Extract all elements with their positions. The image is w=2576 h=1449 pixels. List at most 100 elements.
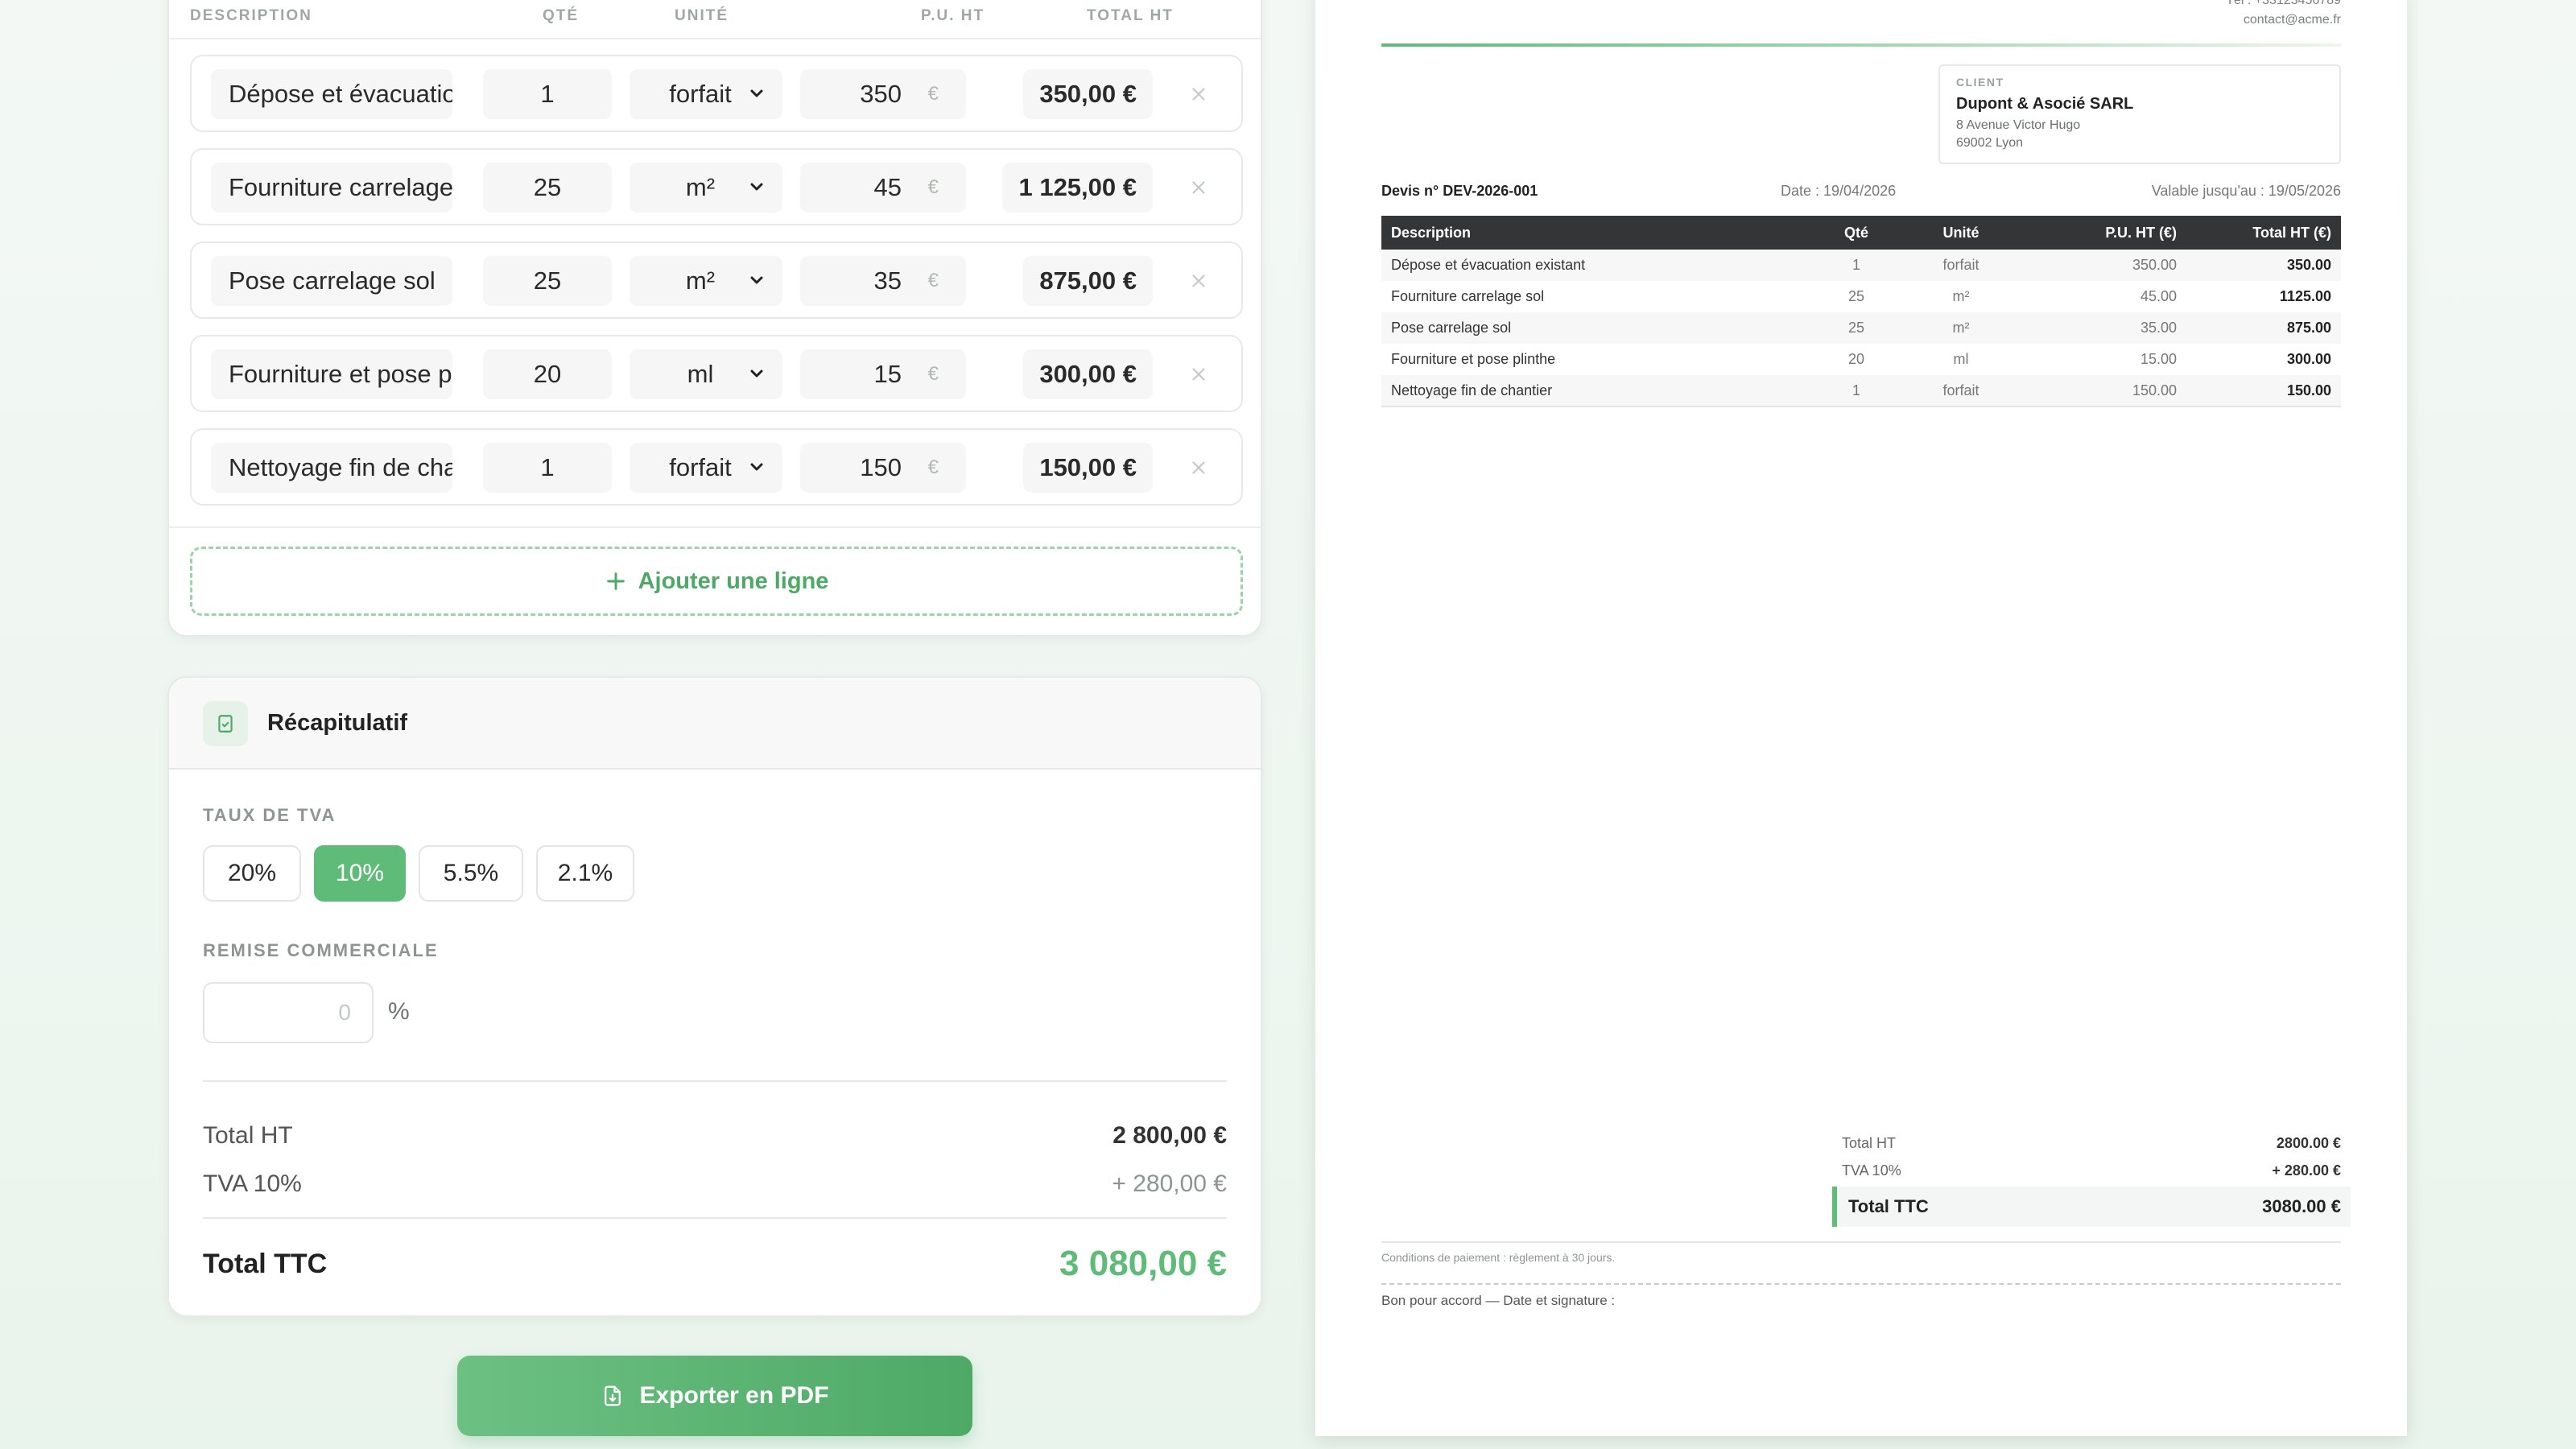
- cell-unit-price: 45.00: [2140, 288, 2177, 304]
- vat-line-label: TVA 10%: [203, 1170, 302, 1197]
- preview-ttc-label: Total TTC: [1848, 1196, 1929, 1216]
- chevron-down-icon: [750, 369, 763, 378]
- unit-select-value: ml: [687, 360, 714, 388]
- unit-select[interactable]: ml: [630, 349, 782, 399]
- vat-option-10[interactable]: 10%: [314, 845, 406, 902]
- preview-table-row: Pose carrelage sol 25 m² 35.00 875.00: [1381, 312, 2341, 344]
- total-ht-value: 2 800,00 €: [1113, 1122, 1227, 1149]
- signature-divider: [1381, 1283, 2341, 1285]
- company-email: contact@acme.fr: [2243, 13, 2341, 27]
- client-label: CLIENT: [1956, 76, 2004, 89]
- vat-option-2-1[interactable]: 2.1%: [536, 845, 634, 902]
- unit-select-value: forfait: [669, 453, 732, 481]
- description-input[interactable]: Nettoyage fin de chantier: [211, 443, 452, 493]
- divider: [203, 1080, 1227, 1082]
- line-total: 150,00 €: [1023, 443, 1153, 493]
- col-description: DESCRIPTION: [190, 7, 312, 24]
- description-input[interactable]: Pose carrelage sol: [211, 256, 452, 306]
- cell-total: 350.00: [2186, 250, 2341, 281]
- vat-option-20[interactable]: 20%: [203, 845, 301, 902]
- preview-ttc-value: 3080.00 €: [2262, 1196, 2341, 1216]
- qty-input[interactable]: 25: [483, 163, 612, 213]
- item-row: Nettoyage fin de chantier 1 forfait 150 …: [190, 428, 1243, 506]
- vat-rate-label: TAUX DE TVA: [203, 805, 336, 825]
- chevron-down-icon: [750, 276, 763, 284]
- unit-price-value: 35: [873, 266, 902, 295]
- chevron-down-icon: [750, 463, 763, 471]
- cell-description: Pose carrelage sol: [1381, 312, 1816, 344]
- unit-select[interactable]: m²: [630, 163, 782, 213]
- recap-card: Récapitulatif TAUX DE TVA 20% 10% 5.5% 2…: [167, 676, 1262, 1317]
- unit-price-value: 150: [860, 453, 902, 481]
- qty-input[interactable]: 20: [483, 349, 612, 399]
- remove-line-icon[interactable]: [1188, 177, 1209, 198]
- ttc-value: 3 080,00 €: [1059, 1244, 1227, 1283]
- remove-line-icon[interactable]: [1188, 84, 1209, 105]
- item-row: Fourniture carrelage sol 25 m² 45 € 1 12…: [190, 148, 1243, 225]
- unit-price-input[interactable]: 45 €: [800, 163, 966, 213]
- cell-unit: m²: [1952, 288, 1970, 304]
- preview-vat-label: TVA 10%: [1842, 1162, 1901, 1179]
- company-phone: Tél : +33123456789: [2226, 0, 2341, 7]
- cell-total: 300.00: [2286, 351, 2331, 367]
- cell-qty: 1: [1816, 250, 1897, 281]
- divider: [169, 526, 1261, 528]
- cell-unit: forfait: [1897, 250, 2025, 281]
- unit-price-input[interactable]: 350 €: [800, 69, 966, 119]
- cell-description: Dépose et évacuation existant: [1381, 250, 1816, 281]
- cell-unit-price: 35.00: [2025, 312, 2186, 344]
- export-pdf-button[interactable]: Exporter en PDF: [457, 1356, 972, 1436]
- cell-unit: forfait: [1897, 375, 2025, 407]
- export-pdf-label: Exporter en PDF: [639, 1382, 829, 1409]
- total-ht-label: Total HT: [203, 1122, 293, 1149]
- checklist-icon: [218, 715, 233, 733]
- preview-table-header: Description Qté Unité P.U. HT (€) Total …: [1381, 216, 2341, 250]
- unit-price-value: 45: [873, 173, 902, 201]
- chevron-down-icon: [750, 89, 763, 97]
- euro-symbol: €: [927, 83, 939, 105]
- unit-price-input[interactable]: 150 €: [800, 443, 966, 493]
- cell-qty: 25: [1816, 312, 1897, 344]
- client-address-1: 8 Avenue Victor Hugo: [1956, 118, 2081, 132]
- remove-line-icon[interactable]: [1188, 270, 1209, 291]
- unit-price-input[interactable]: 35 €: [800, 256, 966, 306]
- qty-input[interactable]: 1: [483, 443, 612, 493]
- cell-unit: m²: [1897, 312, 2025, 344]
- col-unit: UNITÉ: [675, 7, 729, 24]
- unit-select[interactable]: forfait: [630, 443, 782, 493]
- preview-total-ht: Total HT 2800.00 €: [1842, 1135, 2341, 1152]
- line-total: 1 125,00 €: [1002, 163, 1153, 213]
- vat-line: TVA 10% + 280,00 €: [203, 1170, 1227, 1198]
- cell-unit: ml: [1953, 351, 1969, 367]
- col-qty: QTÉ: [543, 7, 580, 24]
- unit-price-input[interactable]: 15 €: [800, 349, 966, 399]
- col-total: TOTAL HT: [1087, 7, 1174, 24]
- unit-select[interactable]: m²: [630, 256, 782, 306]
- preview-vat: TVA 10% + 280.00 €: [1842, 1162, 2341, 1179]
- remove-line-icon[interactable]: [1188, 364, 1209, 385]
- qty-input[interactable]: 25: [483, 256, 612, 306]
- chevron-down-icon: [750, 183, 763, 191]
- description-input[interactable]: Dépose et évacuation existant: [211, 69, 452, 119]
- th-description: Description: [1381, 216, 1816, 250]
- remove-line-icon[interactable]: [1188, 457, 1209, 478]
- ttc-line: Total TTC 3 080,00 €: [203, 1241, 1227, 1286]
- recap-icon-wrap: [203, 701, 248, 746]
- qty-input[interactable]: 1: [483, 69, 612, 119]
- ttc-label: Total TTC: [203, 1248, 328, 1279]
- preview-ttc: Total TTC 3080.00 €: [1832, 1187, 2351, 1227]
- quote-valid-until: Valable jusqu'au : 19/05/2026: [2151, 183, 2341, 199]
- unit-select[interactable]: forfait: [630, 69, 782, 119]
- total-ht-line: Total HT 2 800,00 €: [203, 1122, 1227, 1150]
- unit-select-value: m²: [685, 173, 716, 201]
- cell-unit-price: 15.00: [2140, 351, 2177, 367]
- description-input[interactable]: Fourniture et pose plinthe: [211, 349, 452, 399]
- discount-input[interactable]: 0: [203, 982, 374, 1043]
- vat-option-5-5[interactable]: 5.5%: [419, 845, 523, 902]
- description-input[interactable]: Fourniture carrelage sol: [211, 163, 452, 213]
- item-row: Dépose et évacuation existant 1 forfait …: [190, 55, 1243, 132]
- cell-unit-price: 350.00: [2025, 250, 2186, 281]
- cell-total: 150.00: [2186, 375, 2341, 407]
- add-line-button[interactable]: Ajouter une ligne: [190, 547, 1243, 616]
- cell-unit-price: 150.00: [2025, 375, 2186, 407]
